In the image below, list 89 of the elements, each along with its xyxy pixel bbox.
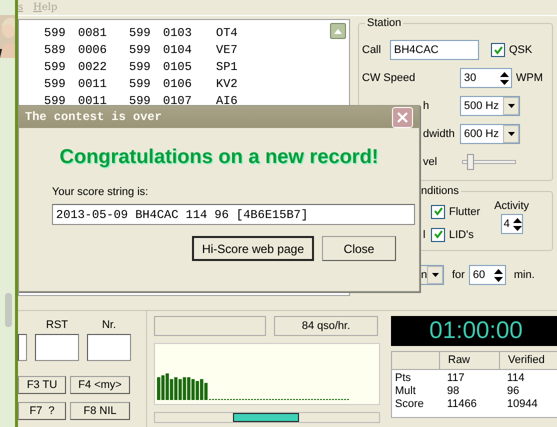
log-cell-text: 0011 [78,94,108,108]
field-label: Call [362,44,382,56]
field-label: CW Speed [362,72,416,84]
log-cell-text: 599 [44,94,67,108]
table-cell-text: Pts [394,371,412,385]
dialog-button[interactable]: Hi-Score web page [192,236,314,261]
down-arrow-icon [508,132,514,136]
minutes-field[interactable]: 60 [468,265,506,285]
field-label: Nr. [100,319,118,333]
table-cell-text: Mult [394,385,417,398]
log-cell-text: 599 [44,76,67,90]
down-arrow-icon [508,104,514,108]
table-cell-text: 11466 [446,398,478,412]
field-label: h [422,100,430,112]
log-cell-text: 599 [129,76,152,90]
checkbox-label: QSK [509,44,532,56]
bandwidth-dropdown[interactable]: 600 Hz [460,124,520,144]
pitch-dropdown[interactable]: 500 Hz [460,96,520,116]
log-cell-text: 0104 [163,42,193,56]
scroll-up-button[interactable] [330,23,346,39]
log-cell-text: 0103 [163,26,193,40]
log-cell-text: 0107 [163,94,193,108]
field-label: for [452,269,465,281]
checkbox-label: LID's [449,228,474,240]
field-label: l [422,228,426,240]
field-label: dwidth [422,128,456,140]
close-button[interactable] [392,106,413,128]
log-cell-text: VE7 [216,42,239,56]
log-cell-text: AI6 [216,94,239,108]
unit-label: min. [514,269,535,281]
log-cell-text: 0006 [78,42,108,56]
column-header: Verified [500,352,557,370]
field-label: RST [45,319,69,333]
slider-thumb[interactable] [466,154,474,170]
level-slider[interactable] [462,154,516,170]
spinner-arrows-icon[interactable] [494,268,503,282]
log-cell-text: OT4 [216,26,239,40]
log-cell-text: 599 [129,26,152,40]
log-cell-text: KV2 [216,76,239,90]
rate-display: 84 qso/hr. [274,316,378,336]
table-cell-text: 10944 [506,398,539,412]
checkbox[interactable] [431,204,445,218]
dialog-title: The contest is over [25,110,162,124]
dialog-button[interactable]: Close [322,236,396,261]
column-header: Raw [440,352,500,370]
score-string-field[interactable]: 2013-05-09 BH4CAC 114 96 [4B6E15B7] [52,204,415,225]
log-cell-text: SP1 [216,60,239,74]
log-cell-text: 599 [129,60,152,74]
table-cell-text: Score [394,398,425,412]
group-title: nditions [419,185,461,197]
checkbox[interactable] [431,228,445,242]
table-cell-text: 114 [506,371,526,385]
log-cell-text: 0105 [163,60,193,74]
log-cell-text: 599 [129,42,152,56]
activity-field[interactable]: 4 [500,214,523,234]
log-cell-text: 0011 [78,76,108,90]
table-cell-text: 96 [506,385,520,398]
log-cell-text: 0081 [78,26,108,40]
prompt-text: Your score string is: [52,186,150,198]
down-arrow-icon [432,273,439,277]
table-cell-text: 98 [446,385,460,398]
function-key-button[interactable]: F4 <my> [70,376,130,394]
checkbox-label: Flutter [449,206,480,218]
unit-label: WPM [516,72,543,84]
table-cell-text: 117 [446,371,466,385]
function-key-button[interactable]: F7 ? [18,402,66,420]
headline: Congratulations on a new record! [58,146,380,169]
function-key-button[interactable]: F8 NIL [70,402,130,420]
contest-clock: 01:00:00 [391,316,557,346]
call-field[interactable]: BH4CAC [390,40,479,60]
group-title: Station [365,17,404,29]
log-cell-text: 599 [129,94,152,108]
rst-input[interactable] [35,334,79,361]
function-key-button[interactable]: F3 TU [18,376,66,394]
checkbox[interactable] [491,43,505,57]
log-cell-text: 0106 [163,76,193,90]
log-cell-text: 0022 [78,60,108,74]
up-arrow-icon [334,28,342,34]
scrollbar-thumb[interactable] [5,293,12,327]
speed-field[interactable]: 30 [460,68,512,88]
nr-input[interactable] [87,334,131,361]
band-indicator [233,413,299,422]
spinner-arrows-icon[interactable] [512,218,522,230]
close-icon [397,112,408,122]
log-cell-text: 589 [44,42,67,56]
spinner-arrows-icon[interactable] [500,72,509,84]
log-cell-text: 599 [44,26,67,40]
log-cell-text: 599 [44,60,67,74]
field-label: Activity [494,200,530,212]
